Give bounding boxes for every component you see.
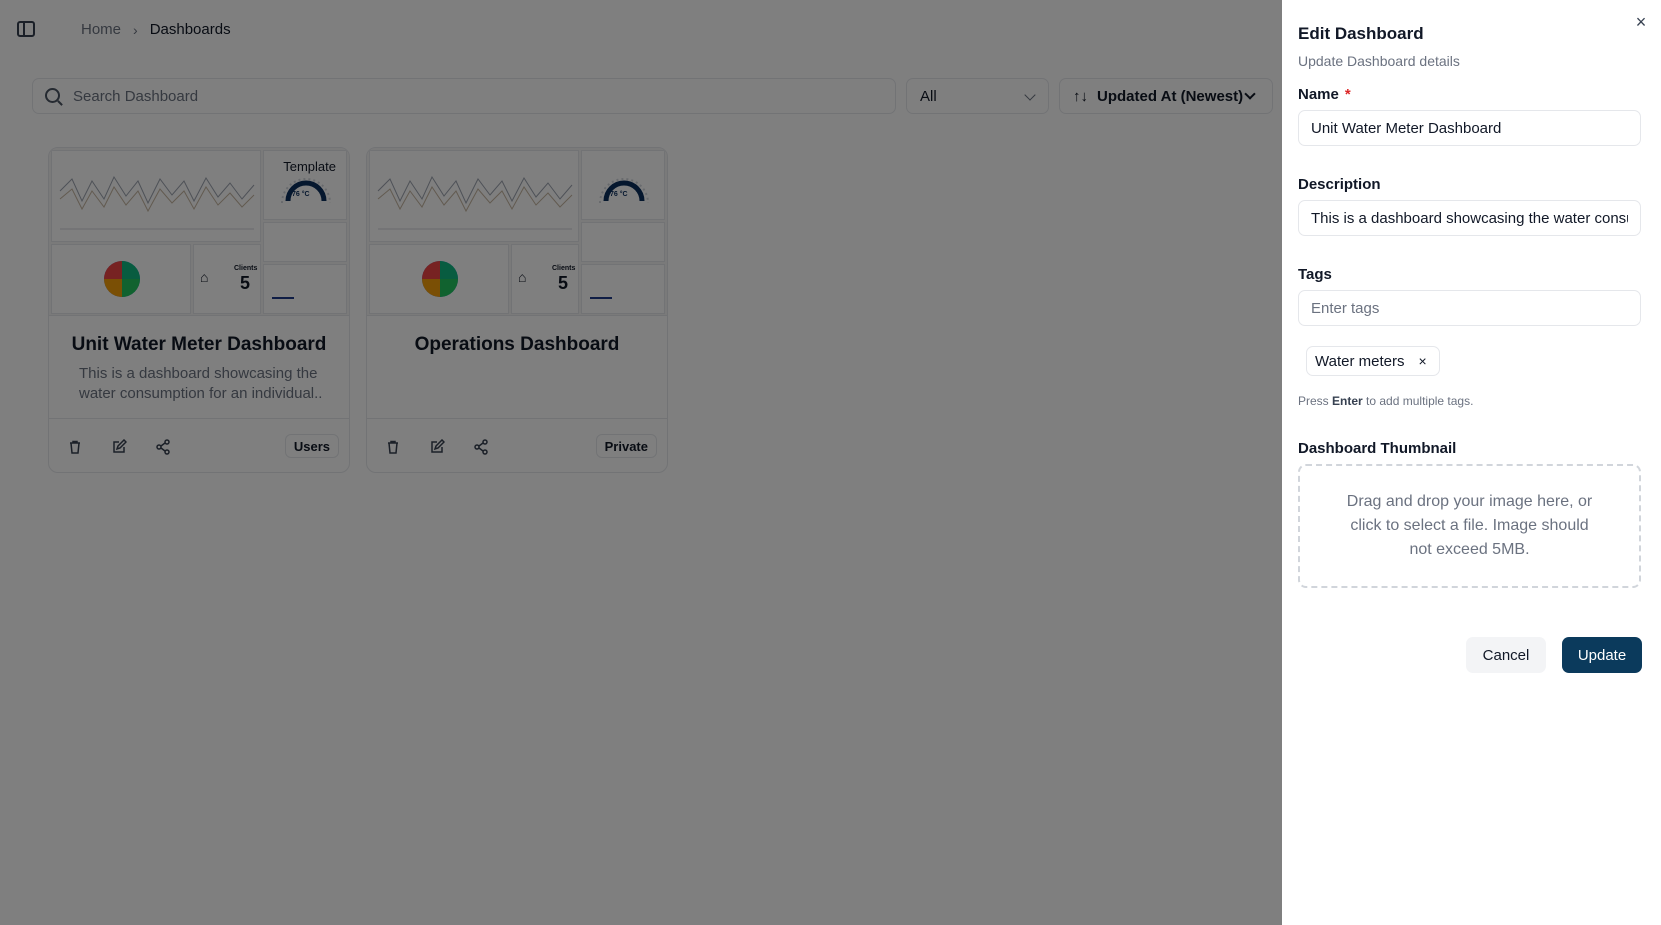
helper-suffix: to add multiple tags. xyxy=(1362,394,1474,408)
tag-chip: Water meters × xyxy=(1306,346,1440,376)
dropzone-text: Drag and drop your image here, or click … xyxy=(1346,493,1593,558)
description-field[interactable] xyxy=(1298,200,1641,236)
edit-dashboard-drawer: × Edit Dashboard Update Dashboard detail… xyxy=(1282,0,1661,925)
drawer-title: Edit Dashboard xyxy=(1298,24,1424,43)
name-field[interactable] xyxy=(1298,110,1641,146)
thumbnail-dropzone[interactable]: Drag and drop your image here, or click … xyxy=(1298,464,1641,588)
tags-helper-text: Press Enter to add multiple tags. xyxy=(1298,394,1473,408)
update-button[interactable]: Update xyxy=(1562,637,1642,673)
description-label: Description xyxy=(1298,176,1381,193)
name-label: Name * xyxy=(1298,86,1351,103)
drawer-subtitle: Update Dashboard details xyxy=(1298,53,1460,69)
helper-key: Enter xyxy=(1332,394,1363,408)
tag-chip-label: Water meters xyxy=(1315,352,1405,370)
thumbnail-label: Dashboard Thumbnail xyxy=(1298,440,1457,457)
required-mark: * xyxy=(1344,86,1351,103)
cancel-button[interactable]: Cancel xyxy=(1466,637,1546,673)
tags-label: Tags xyxy=(1298,266,1332,283)
tags-input[interactable] xyxy=(1298,290,1641,326)
close-icon[interactable]: × xyxy=(1631,12,1651,32)
name-label-text: Name xyxy=(1298,86,1339,103)
helper-prefix: Press xyxy=(1298,394,1333,408)
remove-tag-icon[interactable]: × xyxy=(1418,353,1426,369)
